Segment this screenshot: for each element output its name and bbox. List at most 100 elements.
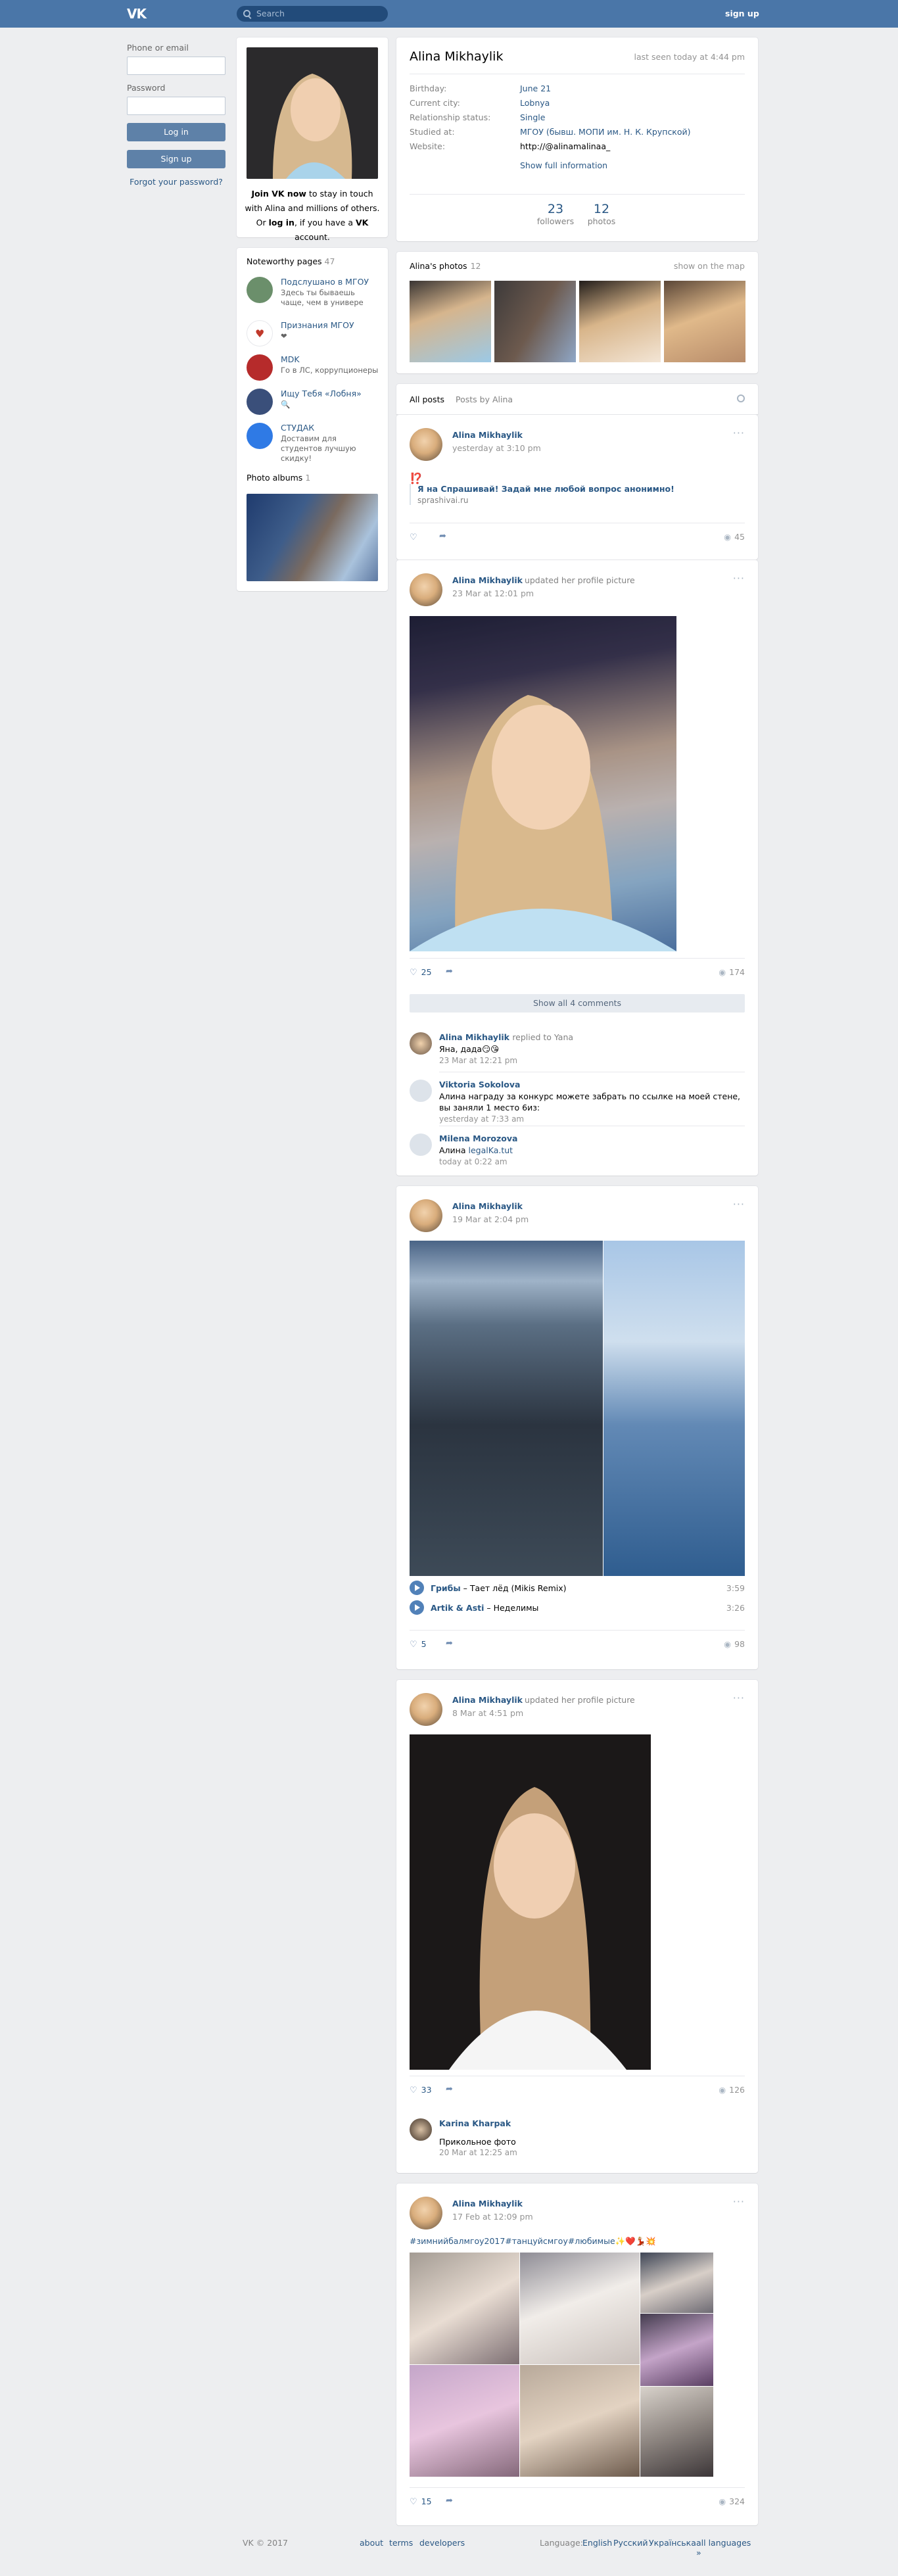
vk-logo[interactable]: VK — [127, 6, 151, 22]
more-icon[interactable]: ··· — [733, 572, 745, 584]
author-name[interactable]: Alina Mikhaylik — [452, 575, 523, 585]
page-name[interactable]: Подслушано в МГОУ — [281, 277, 369, 287]
comment-date[interactable]: 20 Mar at 12:25 am — [439, 2148, 517, 2157]
photo-albums-header[interactable]: Photo albums 1 — [247, 473, 310, 483]
forgot-password-link[interactable]: Forgot your password? — [127, 177, 225, 187]
post-date[interactable]: 8 Mar at 4:51 pm — [452, 1708, 523, 1718]
commenter-name[interactable]: Viktoria Sokolova — [439, 1080, 520, 1089]
like-button[interactable]: ♡ 25 — [410, 967, 432, 978]
language-russian[interactable]: Русский — [613, 2538, 648, 2548]
post-author[interactable]: Alina Mikhaylik — [452, 1201, 523, 1211]
post-author[interactable]: Alina Mikhaylik updated her profile pictu… — [452, 1695, 635, 1705]
like-button[interactable]: ♡ 5 — [410, 1639, 427, 1650]
page-avatar[interactable] — [247, 389, 273, 415]
comment-date[interactable]: 23 Mar at 12:21 pm — [439, 1056, 517, 1065]
post-photo[interactable] — [640, 2253, 713, 2313]
sign-up-button[interactable]: Sign up — [127, 150, 225, 168]
post-date[interactable]: 23 Mar at 12:01 pm — [452, 588, 534, 598]
play-icon[interactable] — [410, 1581, 424, 1595]
commenter-avatar[interactable] — [410, 1080, 432, 1102]
post-author[interactable]: Alina Mikhaylik updated her profile pictu… — [452, 575, 635, 585]
all-languages-link[interactable]: all languages » — [696, 2538, 755, 2558]
more-icon[interactable]: ··· — [733, 427, 745, 439]
language-english[interactable]: English — [582, 2538, 612, 2548]
comment-link[interactable]: legalKa.tut — [468, 1145, 513, 1155]
photo-thumb[interactable] — [664, 281, 745, 362]
post-photo[interactable] — [520, 2365, 640, 2477]
page-item[interactable]: MDK Го в ЛС, коррупционеры — [247, 354, 378, 385]
more-icon[interactable]: ··· — [733, 1692, 745, 1704]
post-photo[interactable] — [640, 2387, 713, 2477]
footer-terms-link[interactable]: terms — [389, 2538, 413, 2548]
page-item[interactable]: ♥ Признания МГОУ ❤ — [247, 320, 378, 350]
show-all-comments-button[interactable]: Show all 4 comments — [410, 994, 745, 1013]
track-info[interactable]: Грибы – Тает лёд (Mikis Remix) — [431, 1583, 567, 1593]
commenter-name[interactable]: Karina Kharpak — [439, 2118, 511, 2128]
commenter-name[interactable]: Alina Mikhaylik replied to Yana — [439, 1032, 573, 1042]
track-artist[interactable]: Грибы — [431, 1583, 461, 1593]
footer-developers-link[interactable]: developers — [419, 2538, 465, 2548]
post-photo[interactable] — [603, 1241, 745, 1576]
page-item[interactable]: Ищу Тебя «Лобня» 🔍 — [247, 389, 378, 419]
author-avatar[interactable] — [410, 1693, 442, 1726]
page-avatar[interactable] — [247, 277, 273, 303]
share-icon[interactable]: ➦ — [446, 2084, 453, 2094]
tab-posts-by-alina[interactable]: Posts by Alina — [456, 394, 513, 404]
post-date[interactable]: 19 Mar at 2:04 pm — [452, 1214, 529, 1224]
footer-about-link[interactable]: about — [360, 2538, 383, 2548]
audio-track[interactable]: Грибы – Тает лёд (Mikis Remix) 3:59 — [410, 1579, 745, 1596]
log-in-button[interactable]: Log in — [127, 123, 225, 141]
author-avatar[interactable] — [410, 1199, 442, 1232]
page-name[interactable]: MDK — [281, 354, 300, 364]
info-value[interactable]: Single — [520, 112, 545, 122]
link-title[interactable]: Я на Спрашивай! Задай мне любой вопрос а… — [417, 484, 745, 494]
track-info[interactable]: Artik & Asti – Неделимы — [431, 1603, 538, 1613]
commenter-avatar[interactable] — [410, 1133, 432, 1156]
more-icon[interactable]: ··· — [733, 2195, 745, 2208]
link-attachment[interactable]: Я на Спрашивай! Задай мне любой вопрос а… — [410, 484, 745, 505]
post-author[interactable]: Alina Mikhaylik — [452, 430, 523, 440]
language-ukrainian[interactable]: Українська — [649, 2538, 696, 2548]
post-photo[interactable] — [410, 2253, 519, 2364]
post-date[interactable]: 17 Feb at 12:09 pm — [452, 2212, 533, 2222]
search-input[interactable]: Search — [237, 6, 388, 22]
photo-thumb[interactable] — [579, 281, 661, 362]
commenter-name[interactable]: Milena Morozova — [439, 1133, 517, 1143]
post-text[interactable]: #зимнийбалмгоу2017#танцуйсмгоу#любимые✨❤… — [410, 2236, 656, 2247]
post-date[interactable]: yesterday at 3:10 pm — [452, 443, 541, 453]
info-value[interactable]: МГОУ (бывш. МОПИ им. Н. К. Крупской) — [520, 127, 691, 137]
page-item[interactable]: СТУДАК Доставим для студентов лучшую ски… — [247, 423, 378, 463]
post-photo[interactable] — [410, 2365, 519, 2477]
show-on-map-link[interactable]: show on the map — [674, 261, 745, 271]
album-cover[interactable] — [247, 494, 378, 581]
author-avatar[interactable] — [410, 573, 442, 606]
page-name[interactable]: Признания МГОУ — [281, 320, 354, 330]
commenter-avatar[interactable] — [410, 2118, 432, 2141]
sign-up-link[interactable]: sign up — [725, 9, 759, 18]
post-author[interactable]: Alina Mikhaylik — [452, 2199, 523, 2208]
like-button[interactable]: ♡ 33 — [410, 2085, 432, 2095]
comment-date[interactable]: today at 0:22 am — [439, 1157, 508, 1166]
page-item[interactable]: Подслушано в МГОУ Здесь ты бываешь чаще,… — [247, 277, 378, 307]
comment-date[interactable]: yesterday at 7:33 am — [439, 1114, 524, 1124]
photo-thumb[interactable] — [494, 281, 576, 362]
more-icon[interactable]: ··· — [733, 1198, 745, 1210]
photos-header[interactable]: Alina's photos 12 — [410, 261, 481, 271]
post-photo[interactable] — [410, 616, 676, 951]
password-field[interactable] — [127, 97, 225, 115]
like-button[interactable]: ♡ — [410, 532, 421, 542]
info-value[interactable]: June 21 — [520, 83, 551, 93]
profile-photo[interactable] — [247, 47, 378, 179]
post-photo[interactable] — [640, 2314, 713, 2386]
share-icon[interactable]: ➦ — [446, 1638, 453, 1648]
search-icon[interactable] — [737, 394, 745, 402]
author-avatar[interactable] — [410, 2197, 442, 2230]
phone-field[interactable] — [127, 57, 225, 75]
tab-all-posts[interactable]: All posts — [406, 394, 448, 416]
author-avatar[interactable] — [410, 428, 442, 461]
page-avatar[interactable] — [247, 354, 273, 381]
post-photo[interactable] — [410, 1734, 651, 2070]
author-name[interactable]: Alina Mikhaylik — [452, 1695, 523, 1705]
page-name[interactable]: Ищу Тебя «Лобня» — [281, 389, 362, 398]
track-artist[interactable]: Artik & Asti — [431, 1603, 484, 1613]
